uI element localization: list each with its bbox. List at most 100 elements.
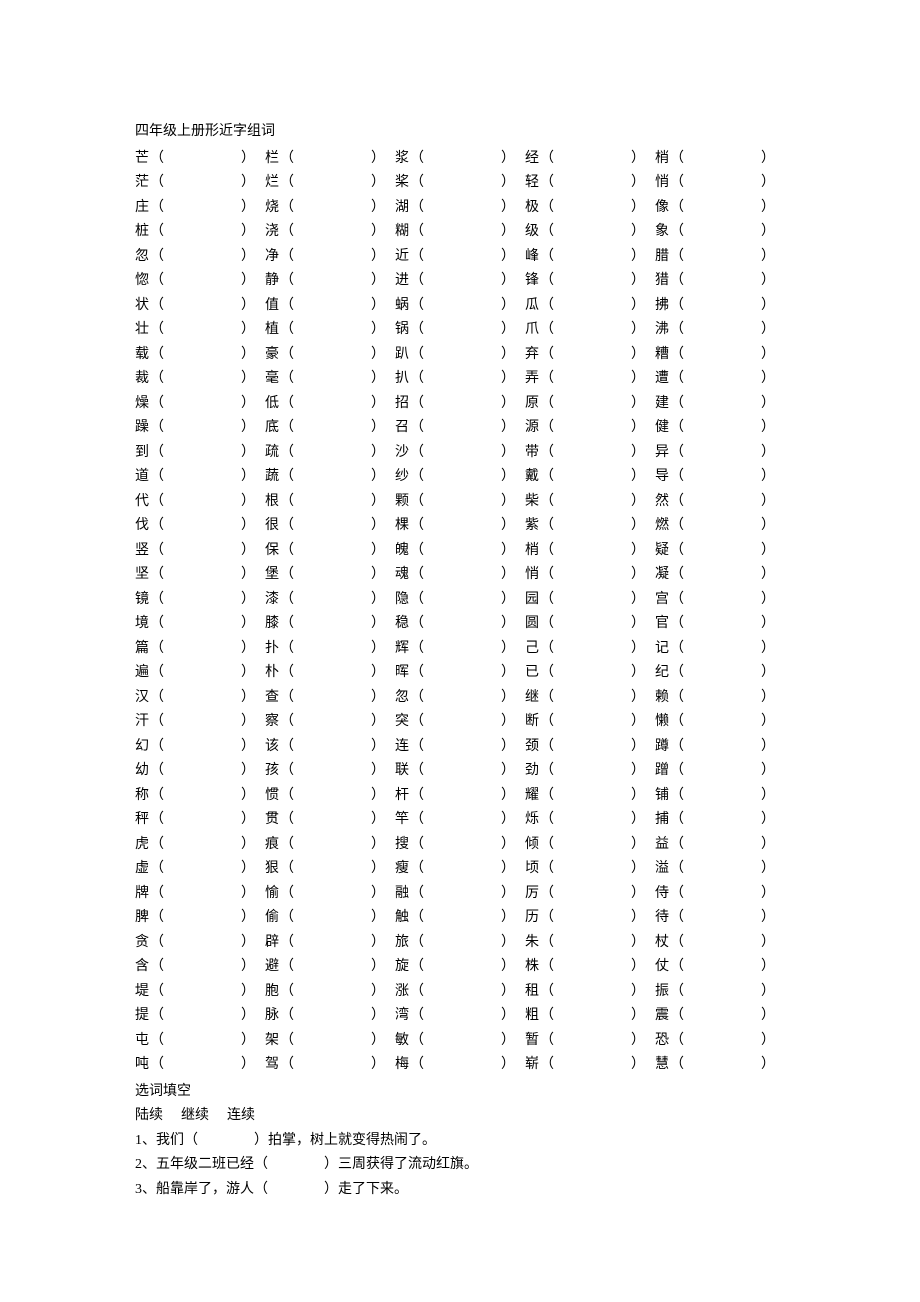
character: 漆	[265, 588, 279, 613]
char-cell: 益（）	[655, 833, 785, 858]
char-cell: 锅（）	[395, 318, 525, 343]
paren-open: （	[150, 465, 164, 490]
paren-close: ）	[371, 759, 385, 784]
char-cell: 杆（）	[395, 784, 525, 809]
char-cell: 扑（）	[265, 637, 395, 662]
paren-open: （	[150, 367, 164, 392]
paren-open: （	[280, 392, 294, 417]
paren-close: ）	[371, 784, 385, 809]
char-cell: 侍（）	[655, 882, 785, 907]
paren-open: （	[150, 906, 164, 931]
paren-open: （	[540, 539, 554, 564]
char-cell: 连（）	[395, 735, 525, 760]
character: 劲	[525, 759, 539, 784]
paren-close: ）	[241, 294, 255, 319]
char-cell: 很（）	[265, 514, 395, 539]
paren-open: （	[410, 784, 424, 809]
paren-close: ）	[761, 196, 775, 221]
paren-close: ）	[761, 637, 775, 662]
character: 峰	[525, 245, 539, 270]
character: 朱	[525, 931, 539, 956]
paren-close: ）	[371, 686, 385, 711]
paren-close: ）	[371, 220, 385, 245]
character: 己	[525, 637, 539, 662]
character: 突	[395, 710, 409, 735]
paren-close: ）	[501, 514, 515, 539]
character: 辉	[395, 637, 409, 662]
character: 蜗	[395, 294, 409, 319]
paren-open: （	[410, 514, 424, 539]
paren-close: ）	[761, 269, 775, 294]
paren-open: （	[540, 514, 554, 539]
character: 境	[135, 612, 149, 637]
paren-open: （	[540, 147, 554, 172]
char-cell: 查（）	[265, 686, 395, 711]
paren-open: （	[540, 612, 554, 637]
char-cell: 进（）	[395, 269, 525, 294]
paren-close: ）	[631, 416, 645, 441]
paren-open: （	[540, 441, 554, 466]
paren-close: ）	[241, 661, 255, 686]
char-cell: 提（）	[135, 1004, 265, 1029]
paren-open: （	[670, 343, 684, 368]
char-cell: 原（）	[525, 392, 655, 417]
character: 架	[265, 1029, 279, 1054]
char-cell: 狠（）	[265, 857, 395, 882]
paren-open: （	[280, 343, 294, 368]
paren-close: ）	[241, 416, 255, 441]
character: 栏	[265, 147, 279, 172]
char-cell: 值（）	[265, 294, 395, 319]
paren-close: ）	[501, 343, 515, 368]
paren-open: （	[150, 220, 164, 245]
paren-close: ）	[761, 245, 775, 270]
paren-close: ）	[501, 857, 515, 882]
paren-close: ）	[631, 686, 645, 711]
paren-open: （	[410, 931, 424, 956]
char-cell: 粗（）	[525, 1004, 655, 1029]
character: 提	[135, 1004, 149, 1029]
paren-open: （	[670, 416, 684, 441]
character: 仗	[655, 955, 669, 980]
paren-close: ）	[371, 808, 385, 833]
paren-close: ）	[501, 784, 515, 809]
char-cell: 惯（）	[265, 784, 395, 809]
paren-open: （	[540, 465, 554, 490]
paren-open: （	[410, 612, 424, 637]
char-cell: 扒（）	[395, 367, 525, 392]
paren-close: ）	[501, 882, 515, 907]
paren-open: （	[150, 612, 164, 637]
paren-open: （	[410, 1053, 424, 1078]
paren-open: （	[280, 563, 294, 588]
char-cell: 膝（）	[265, 612, 395, 637]
paren-open: （	[670, 784, 684, 809]
character: 该	[265, 735, 279, 760]
paren-open: （	[280, 955, 294, 980]
char-row: 称（）惯（）杆（）耀（）铺（）	[135, 784, 785, 809]
character: 桨	[395, 171, 409, 196]
paren-close: ）	[371, 612, 385, 637]
character: 牌	[135, 882, 149, 907]
character: 查	[265, 686, 279, 711]
char-cell: 震（）	[655, 1004, 785, 1029]
paren-close: ）	[761, 490, 775, 515]
char-cell: 纱（）	[395, 465, 525, 490]
char-cell: 历（）	[525, 906, 655, 931]
paren-open: （	[150, 1004, 164, 1029]
paren-open: （	[670, 392, 684, 417]
character: 贯	[265, 808, 279, 833]
char-cell: 疑（）	[655, 539, 785, 564]
char-cell: 忽（）	[135, 245, 265, 270]
paren-close: ）	[631, 612, 645, 637]
character: 幼	[135, 759, 149, 784]
paren-close: ）	[631, 441, 645, 466]
paren-open: （	[280, 367, 294, 392]
paren-close: ）	[631, 514, 645, 539]
character: 浇	[265, 220, 279, 245]
character: 坚	[135, 563, 149, 588]
paren-open: （	[670, 661, 684, 686]
char-cell: 幼（）	[135, 759, 265, 784]
character: 记	[655, 637, 669, 662]
paren-close: ）	[371, 514, 385, 539]
character: 偷	[265, 906, 279, 931]
char-cell: 记（）	[655, 637, 785, 662]
